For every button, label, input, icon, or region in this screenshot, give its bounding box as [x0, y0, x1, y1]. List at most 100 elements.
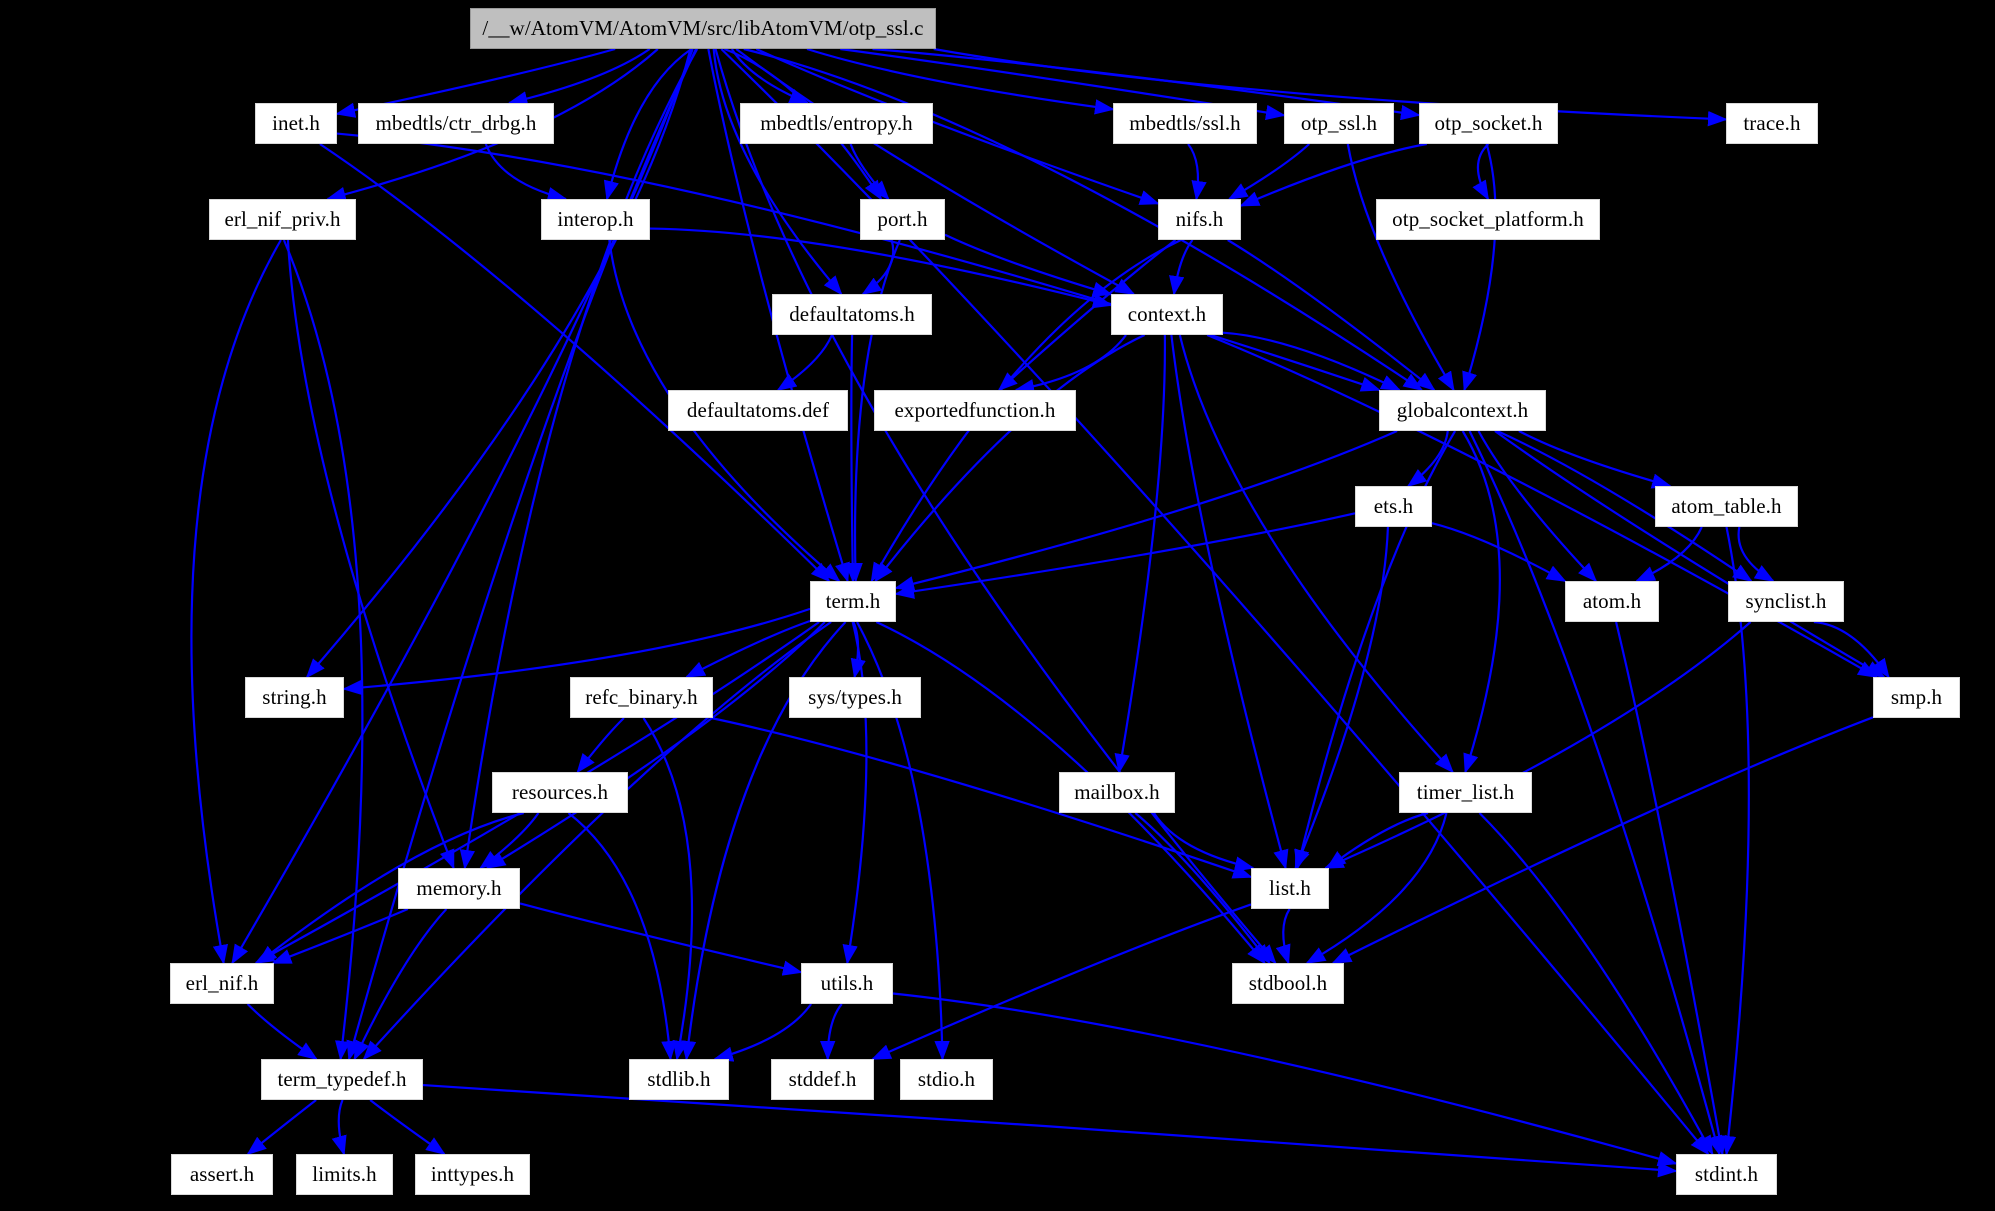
graph-node-label: /__w/AtomVM/AtomVM/src/libAtomVM/otp_ssl… [482, 16, 924, 40]
graph-edge-root-to-context [735, 48, 1136, 295]
graph-node-list[interactable]: list.h [1251, 868, 1329, 909]
graph-edge-list-to-stddef [871, 903, 1252, 1061]
graph-node-port[interactable]: port.h [860, 199, 945, 240]
graph-edge-memory-to-utils [519, 902, 803, 976]
graph-node-synclist[interactable]: synclist.h [1728, 581, 1844, 622]
graph-edge-erl_nif_priv-to-memory [286, 239, 455, 870]
graph-node-label: smp.h [1890, 685, 1943, 709]
graph-node-label: erl_nif.h [185, 971, 259, 995]
graph-edge-mbedtls_ssl-to-nifs [1187, 143, 1207, 201]
graph-edge-list-to-stdbool [1275, 908, 1291, 965]
graph-node-label: stddef.h [788, 1067, 857, 1091]
graph-node-label: limits.h [312, 1162, 377, 1186]
graph-node-trace[interactable]: trace.h [1726, 103, 1818, 144]
graph-node-otp_ssl_h[interactable]: otp_ssl.h [1284, 103, 1394, 144]
graph-node-label: term.h [825, 589, 881, 613]
graph-node-smp[interactable]: smp.h [1873, 677, 1960, 718]
graph-edge-otp_socket_h-to-otp_socket_platform [1472, 143, 1490, 201]
graph-edge-term_typedef-to-stdint [422, 1083, 1678, 1178]
graph-node-defaultatoms_h[interactable]: defaultatoms.h [772, 294, 932, 335]
graph-node-stdbool[interactable]: stdbool.h [1232, 963, 1344, 1004]
graph-edge-context-to-mailbox [1114, 334, 1166, 774]
graph-node-label: timer_list.h [1416, 780, 1515, 804]
graph-node-root[interactable]: /__w/AtomVM/AtomVM/src/libAtomVM/otp_ssl… [470, 8, 936, 49]
graph-node-atom_table[interactable]: atom_table.h [1655, 486, 1798, 527]
graph-node-stdint[interactable]: stdint.h [1676, 1154, 1777, 1195]
graph-node-erl_nif_priv[interactable]: erl_nif_priv.h [209, 199, 356, 240]
graph-node-mailbox[interactable]: mailbox.h [1059, 772, 1175, 813]
graph-edge-inet-to-globalcontext [336, 132, 1381, 392]
graph-node-sys_types[interactable]: sys/types.h [789, 677, 921, 718]
graph-node-entropy[interactable]: mbedtls/entropy.h [740, 103, 933, 144]
graph-edge-otp_ssl_h-to-nifs [1227, 143, 1310, 200]
graph-node-inet[interactable]: inet.h [255, 103, 337, 144]
graph-node-term_typedef[interactable]: term_typedef.h [261, 1059, 423, 1100]
graph-edge-term_typedef-to-inttypes [369, 1099, 446, 1156]
graph-node-inttypes[interactable]: inttypes.h [415, 1154, 530, 1195]
graph-node-label: port.h [877, 207, 928, 231]
graph-node-timer_list[interactable]: timer_list.h [1399, 772, 1532, 813]
graph-node-exportedfunction[interactable]: exportedfunction.h [874, 390, 1076, 431]
graph-node-term[interactable]: term.h [810, 581, 896, 622]
edge-layer [190, 47, 1890, 1178]
graph-node-otp_socket_h[interactable]: otp_socket.h [1419, 103, 1558, 144]
graph-node-label: mbedtls/ctr_drbg.h [375, 111, 537, 135]
graph-node-label: mbedtls/entropy.h [760, 111, 913, 135]
include-dependency-graph: /__w/AtomVM/AtomVM/src/libAtomVM/otp_ssl… [0, 0, 1995, 1211]
graph-node-resources[interactable]: resources.h [492, 772, 628, 813]
graph-node-label: atom_table.h [1671, 494, 1782, 518]
graph-edge-term-to-utils [842, 621, 868, 965]
graph-node-memory[interactable]: memory.h [398, 868, 520, 909]
graph-node-mbedtls_ssl[interactable]: mbedtls/ssl.h [1113, 103, 1257, 144]
graph-node-label: trace.h [1743, 111, 1801, 135]
graph-node-otp_socket_platform[interactable]: otp_socket_platform.h [1376, 199, 1600, 240]
graph-node-atom[interactable]: atom.h [1565, 581, 1659, 622]
graph-node-label: nifs.h [1175, 207, 1224, 231]
graph-node-stddef[interactable]: stddef.h [771, 1059, 874, 1100]
graph-node-interop[interactable]: interop.h [541, 199, 650, 240]
graph-edge-root-to-ctr_drbg [507, 48, 651, 107]
graph-node-ctr_drbg[interactable]: mbedtls/ctr_drbg.h [358, 103, 554, 144]
graph-node-assert[interactable]: assert.h [171, 1154, 273, 1195]
graph-node-label: exportedfunction.h [894, 398, 1056, 422]
graph-edge-globalcontext-to-atom_table [1518, 430, 1672, 489]
graph-edge-utils-to-stddef [820, 1003, 843, 1061]
graph-node-label: context.h [1127, 302, 1207, 326]
graph-edge-synclist-to-list [1323, 621, 1752, 870]
graph-edge-synclist-to-smp [1813, 620, 1890, 679]
graph-edge-term-to-refc_binary [685, 619, 811, 678]
graph-node-label: string.h [262, 685, 327, 709]
graph-node-refc_binary[interactable]: refc_binary.h [570, 677, 713, 718]
graph-edge-term_typedef-to-assert [246, 1099, 317, 1156]
graph-node-context[interactable]: context.h [1111, 294, 1223, 335]
graph-node-erl_nif[interactable]: erl_nif.h [170, 963, 274, 1004]
graph-edge-erl_nif_priv-to-erl_nif [190, 239, 282, 965]
graph-node-stdlib[interactable]: stdlib.h [629, 1059, 729, 1100]
graph-edge-entropy-to-port [849, 143, 890, 201]
graph-node-label: ets.h [1373, 494, 1414, 518]
graph-node-string[interactable]: string.h [245, 677, 344, 718]
graph-node-nifs[interactable]: nifs.h [1158, 199, 1241, 240]
graph-node-stdio[interactable]: stdio.h [900, 1059, 993, 1100]
graph-edge-ctr_drbg-to-interop [484, 143, 568, 203]
graph-edge-erl_nif_priv-to-term_typedef [282, 239, 364, 1061]
graph-node-label: mailbox.h [1074, 780, 1160, 804]
graph-node-utils[interactable]: utils.h [801, 963, 893, 1004]
graph-node-limits[interactable]: limits.h [296, 1154, 393, 1195]
graph-edge-smp-to-stdbool [1331, 716, 1874, 964]
graph-edge-globalcontext-to-atom [1477, 430, 1598, 583]
graph-edge-utils-to-stdint [892, 992, 1678, 1167]
graph-node-label: stdbool.h [1248, 971, 1328, 995]
graph-node-label: inet.h [272, 111, 320, 135]
graph-node-label: atom.h [1582, 589, 1642, 613]
graph-edge-context-to-term [874, 334, 1146, 583]
graph-node-label: stdint.h [1694, 1162, 1759, 1186]
graph-edge-defaultatoms_h-to-defaultatoms_def [776, 334, 833, 391]
graph-edge-timer_list-to-stdint [1478, 812, 1714, 1156]
graph-node-label: interop.h [557, 207, 634, 231]
graph-node-label: assert.h [189, 1162, 255, 1186]
graph-node-globalcontext[interactable]: globalcontext.h [1379, 390, 1546, 431]
graph-node-label: erl_nif_priv.h [224, 207, 341, 231]
graph-node-ets[interactable]: ets.h [1355, 486, 1432, 527]
graph-node-defaultatoms_def[interactable]: defaultatoms.def [668, 390, 848, 431]
